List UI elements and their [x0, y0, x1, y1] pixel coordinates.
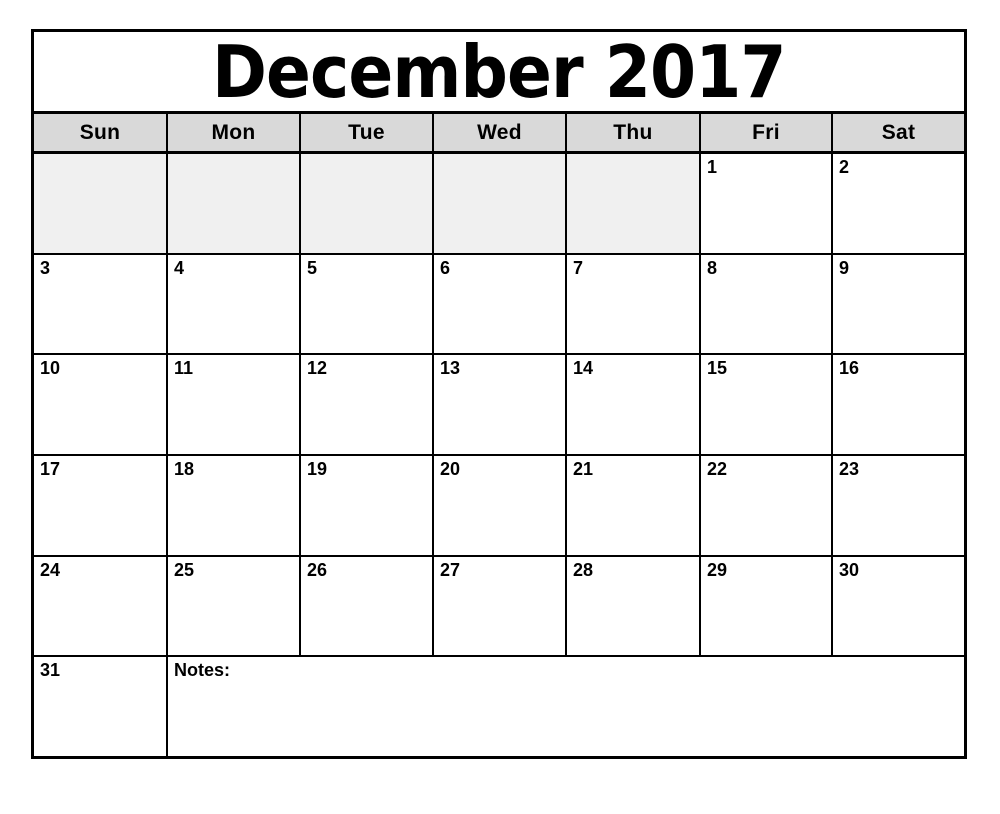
day-number: 30	[839, 559, 860, 580]
day-number: 21	[573, 459, 594, 480]
weekday-label: Fri	[752, 120, 780, 144]
day-cell[interactable]: 9	[833, 254, 964, 354]
day-number: 1	[707, 157, 718, 177]
day-number: 12	[307, 358, 328, 379]
day-number: 4	[174, 257, 185, 278]
day-cell-empty	[301, 154, 434, 253]
day-number: 19	[307, 459, 328, 480]
day-cell[interactable]: 15	[701, 355, 833, 455]
day-number: 7	[573, 257, 584, 278]
week-row: 3 4 5 6 7 8 9	[34, 254, 964, 356]
calendar-title: December 2017	[212, 32, 787, 114]
week-row: 17 18 19 20 21 22 23	[34, 456, 964, 557]
weekday-label: Mon	[211, 120, 256, 144]
calendar-grid: Sun Mon Tue Wed Thu Fri Sat 1 2 3 4 5 6 …	[34, 114, 964, 757]
day-number: 26	[307, 559, 328, 580]
calendar-container: December 2017 Sun Mon Tue Wed Thu Fri Sa…	[31, 29, 967, 759]
weekday-header-tue: Tue	[301, 114, 434, 151]
day-number: 25	[174, 559, 195, 580]
day-cell[interactable]: 12	[301, 355, 434, 455]
day-cell[interactable]: 31	[34, 657, 168, 757]
day-cell[interactable]: 23	[833, 456, 964, 555]
day-cell-empty	[434, 154, 567, 253]
day-number: 13	[440, 358, 461, 379]
weekday-header-mon: Mon	[168, 114, 301, 151]
notes-row: 31 Notes:	[34, 657, 964, 757]
notes-area[interactable]: Notes:	[168, 657, 964, 757]
day-number: 28	[573, 559, 594, 580]
day-cell-empty	[567, 154, 701, 253]
day-cell[interactable]: 20	[434, 456, 567, 555]
week-row: 24 25 26 27 28 29 30	[34, 556, 964, 658]
notes-label: Notes:	[174, 660, 231, 681]
day-number: 15	[707, 358, 728, 379]
weekday-header-row: Sun Mon Tue Wed Thu Fri Sat	[34, 114, 964, 154]
day-number: 22	[707, 459, 728, 480]
weekday-header-thu: Thu	[567, 114, 701, 151]
day-cell[interactable]: 16	[833, 355, 964, 455]
day-cell[interactable]: 22	[701, 456, 833, 555]
day-number: 9	[839, 257, 850, 278]
day-cell[interactable]: 29	[701, 556, 833, 656]
weekday-label: Tue	[348, 120, 385, 144]
day-number: 11	[174, 358, 194, 379]
day-number: 17	[40, 459, 61, 480]
day-cell[interactable]: 6	[434, 254, 567, 354]
day-number: 8	[707, 257, 718, 278]
day-number: 27	[440, 559, 461, 580]
day-number: 14	[573, 358, 594, 379]
weekday-header-wed: Wed	[434, 114, 567, 151]
calendar-title-row: December 2017	[34, 32, 964, 114]
day-number: 31	[40, 660, 61, 681]
calendar-page: December 2017 Sun Mon Tue Wed Thu Fri Sa…	[0, 0, 1000, 814]
day-number: 23	[839, 459, 860, 480]
day-cell[interactable]: 5	[301, 254, 434, 354]
day-cell[interactable]: 28	[567, 556, 701, 656]
day-cell[interactable]: 11	[168, 355, 301, 455]
day-cell[interactable]: 27	[434, 556, 567, 656]
day-cell[interactable]: 10	[34, 355, 168, 455]
day-number: 2	[839, 157, 850, 177]
day-cell[interactable]: 24	[34, 556, 168, 656]
day-cell[interactable]: 19	[301, 456, 434, 555]
day-cell-empty	[34, 154, 168, 253]
day-number: 18	[174, 459, 195, 480]
day-number: 24	[40, 559, 61, 580]
weekday-label: Thu	[613, 120, 653, 144]
day-cell-empty	[168, 154, 301, 253]
day-cell[interactable]: 21	[567, 456, 701, 555]
day-cell[interactable]: 13	[434, 355, 567, 455]
day-number: 6	[440, 257, 451, 278]
day-cell[interactable]: 3	[34, 254, 168, 354]
day-number: 16	[839, 358, 860, 379]
day-cell[interactable]: 30	[833, 556, 964, 656]
day-cell[interactable]: 2	[833, 154, 964, 253]
day-cell[interactable]: 1	[701, 154, 833, 253]
week-row: 10 11 12 13 14 15 16	[34, 355, 964, 457]
weekday-header-sat: Sat	[833, 114, 964, 151]
day-cell[interactable]: 26	[301, 556, 434, 656]
day-cell[interactable]: 18	[168, 456, 301, 555]
day-number: 20	[440, 459, 461, 480]
day-cell[interactable]: 7	[567, 254, 701, 354]
weekday-header-fri: Fri	[701, 114, 833, 151]
day-number: 3	[40, 257, 51, 278]
weekday-label: Sat	[881, 120, 916, 144]
day-cell[interactable]: 4	[168, 254, 301, 354]
day-cell[interactable]: 14	[567, 355, 701, 455]
day-cell[interactable]: 8	[701, 254, 833, 354]
day-cell[interactable]: 17	[34, 456, 168, 555]
weekday-header-sun: Sun	[34, 114, 168, 151]
day-number: 5	[307, 257, 318, 278]
day-cell[interactable]: 25	[168, 556, 301, 656]
weekday-label: Wed	[477, 120, 522, 144]
weekday-label: Sun	[79, 120, 121, 144]
week-row: 1 2	[34, 154, 964, 255]
day-number: 29	[707, 559, 728, 580]
day-number: 10	[40, 358, 61, 379]
